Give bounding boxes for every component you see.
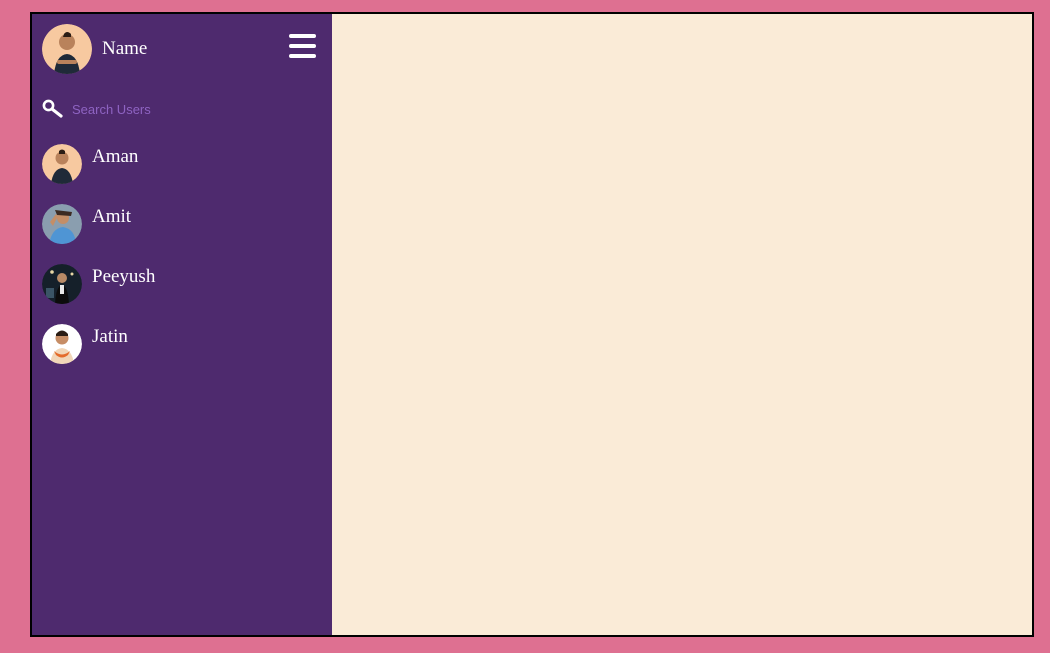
user-avatar bbox=[42, 144, 82, 184]
user-name: Peeyush bbox=[92, 266, 156, 287]
search-icon[interactable] bbox=[42, 99, 64, 119]
chat-app-window: Name Aman bbox=[30, 12, 1034, 637]
user-name: Amit bbox=[92, 206, 132, 227]
user-list-item-amit[interactable]: Amit bbox=[42, 204, 322, 264]
search-input[interactable] bbox=[72, 101, 312, 117]
user-avatar bbox=[42, 324, 82, 364]
sidebar: Name Aman bbox=[32, 14, 332, 635]
search-bar bbox=[42, 98, 322, 120]
user-list-item-peeyush[interactable]: Peeyush bbox=[42, 264, 322, 324]
hamburger-menu-icon[interactable] bbox=[289, 34, 316, 58]
profile-name: Name bbox=[102, 38, 148, 59]
user-name: Aman bbox=[92, 146, 139, 167]
profile-avatar[interactable] bbox=[42, 24, 92, 74]
profile-header[interactable]: Name bbox=[42, 24, 147, 74]
user-list-item-jatin[interactable]: Jatin bbox=[42, 324, 322, 384]
user-list-item-aman[interactable]: Aman bbox=[42, 144, 322, 204]
chat-area bbox=[332, 14, 1032, 635]
user-avatar bbox=[42, 264, 82, 304]
user-avatar bbox=[42, 204, 82, 244]
user-list: Aman Amit Peeyush Jatin bbox=[42, 144, 322, 384]
user-name: Jatin bbox=[92, 326, 128, 347]
